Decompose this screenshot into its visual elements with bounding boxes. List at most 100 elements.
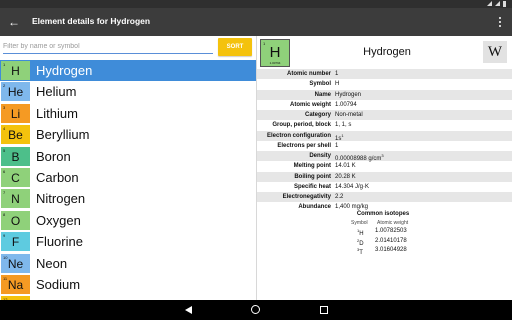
navigation-bar — [0, 300, 512, 320]
element-symbol-tile: 2 He — [1, 82, 30, 102]
nav-back-icon[interactable] — [185, 306, 192, 314]
element-symbol: B — [11, 149, 20, 164]
element-list-item[interactable]: 11 Na Sodium — [0, 274, 256, 295]
element-atomic-number: 5 — [3, 147, 6, 153]
element-name-heading: Hydrogen — [363, 46, 411, 58]
property-row: Density 0.00008988 g/cm3 — [257, 151, 512, 162]
element-list-item[interactable]: 1 H Hydrogen — [0, 60, 256, 82]
isotopes-weight-header: Atomic weight — [377, 220, 409, 226]
element-list-item[interactable]: 8 O Oxygen — [0, 210, 256, 231]
property-superscript: 3 — [381, 153, 384, 158]
element-symbol: O — [10, 213, 21, 228]
property-key: Boiling point — [294, 173, 331, 180]
element-symbol-tile: 1H — [1, 61, 30, 80]
isotope-weight: 3.01604928 — [375, 247, 407, 253]
element-atomic-number: 6 — [3, 168, 6, 174]
element-symbol-tile: 3 Li — [1, 103, 30, 123]
property-key: Atomic weight — [289, 101, 331, 108]
element-list-item[interactable]: 2 He Helium — [0, 81, 256, 102]
search-input[interactable] — [3, 39, 213, 54]
element-atomic-number: 7 — [3, 190, 6, 196]
element-list-item[interactable]: 5 B Boron — [0, 146, 256, 167]
property-key: Specific heat — [293, 183, 331, 190]
element-symbol-tile: 6C — [1, 167, 30, 187]
property-row: Melting point 14.01 K — [257, 161, 512, 171]
property-value: 1.00794 — [335, 101, 357, 108]
property-key: Category — [304, 112, 331, 118]
property-value: 1 — [335, 142, 339, 149]
isotope-symbol: 3T — [357, 247, 363, 256]
element-symbol: Na — [7, 277, 24, 292]
sort-button[interactable]: SORT — [218, 38, 252, 56]
property-value: Hydrogen — [335, 91, 362, 98]
element-list-item[interactable]: 10 Ne Neon — [0, 253, 256, 274]
property-key: Electron configuration — [266, 132, 331, 139]
property-key: Symbol — [309, 81, 331, 88]
element-symbol: Li — [10, 106, 21, 121]
element-detail-pane: 1 H 1.00794 Hydrogen W Atomic number 1 Sym… — [257, 36, 512, 300]
property-row: Symbol H — [257, 79, 512, 89]
property-key: Electrons per shell — [277, 142, 331, 149]
tile-symbol: H — [269, 44, 281, 61]
property-value: 14.01 K — [335, 163, 356, 170]
wifi-icon — [487, 1, 492, 6]
element-list-item[interactable]: 4 Be Beryllium — [0, 124, 256, 145]
status-bar — [0, 0, 512, 8]
nav-recents-icon[interactable] — [320, 306, 328, 314]
wikipedia-button[interactable]: W — [483, 41, 507, 63]
element-symbol: Ne — [7, 256, 24, 271]
property-key: Density — [309, 153, 331, 159]
element-atomic-number: 10 — [3, 254, 8, 260]
property-value: 1 — [335, 71, 339, 77]
more-options-icon[interactable] — [496, 15, 504, 29]
properties-table: Atomic number 1 Symbol H Name Hydrogen Atomic … — [257, 69, 512, 213]
property-value: 14.304 J/g·K — [335, 183, 370, 190]
property-row: Specific heat 14.304 J/g·K — [257, 182, 512, 192]
property-value: 2.2 — [335, 194, 344, 200]
property-row: Electrons per shell 1 — [257, 141, 512, 151]
property-row: Electron configuration 1s1 — [257, 130, 512, 142]
page-title: Element details for Hydrogen — [32, 16, 151, 26]
element-symbol-tile: 10 Ne — [1, 253, 30, 273]
element-list-item[interactable]: 6 C Carbon — [0, 167, 256, 188]
property-value: 20.28 K — [335, 173, 356, 180]
property-row: Boiling point 20.28 K — [257, 171, 512, 182]
isotope-weight: 1.00782503 — [375, 228, 407, 234]
element-list-item[interactable]: 7 N Nitrogen — [0, 188, 256, 209]
element-atomic-number: 1 — [3, 62, 6, 67]
property-row: Name Hydrogen — [257, 89, 512, 100]
element-symbol: N — [11, 192, 20, 207]
element-list-item[interactable]: 9 F Fluorine — [0, 231, 256, 252]
element-symbol: He — [7, 85, 24, 100]
isotope-symbol: 1H — [357, 228, 364, 237]
element-name: Boron — [36, 148, 71, 164]
property-key: Group, period, block — [272, 122, 331, 129]
element-symbol: C — [11, 170, 20, 185]
isotope-weight: 2.01410178 — [375, 237, 407, 244]
search-row: SORT — [0, 36, 256, 58]
element-name: Beryllium — [36, 127, 90, 143]
isotopes-symbol-header: Symbol — [351, 220, 368, 226]
element-symbol-tile: 4 Be — [1, 125, 30, 145]
property-key: Atomic number — [286, 71, 331, 77]
element-symbol: H — [11, 64, 20, 78]
element-name: Oxygen — [36, 212, 81, 228]
property-value: H — [335, 81, 340, 88]
property-key: Name — [314, 91, 331, 98]
property-row: Electronegativity 2.2 — [257, 192, 512, 203]
element-atomic-number: 11 — [3, 275, 8, 281]
property-key: Abundance — [298, 204, 331, 211]
battery-icon — [503, 1, 506, 7]
element-list: 1 H Hydrogen 2 He Helium 3 Li Lithium 4 Be Berylliu… — [0, 60, 256, 300]
element-atomic-number: 2 — [3, 83, 6, 89]
element-symbol-tile: 7N — [1, 189, 30, 209]
back-arrow-icon[interactable]: ← — [6, 14, 22, 30]
element-name: Sodium — [36, 276, 81, 292]
property-value: 1, 1, s — [335, 122, 352, 129]
element-name: Lithium — [36, 105, 78, 121]
element-list-item[interactable]: 3 Li Lithium — [0, 103, 256, 124]
element-name: Neon — [36, 255, 68, 271]
property-row: Group, period, block 1, 1, s — [257, 120, 512, 130]
tile-weight: 1.00794 — [269, 61, 281, 65]
nav-home-icon[interactable] — [251, 305, 260, 314]
